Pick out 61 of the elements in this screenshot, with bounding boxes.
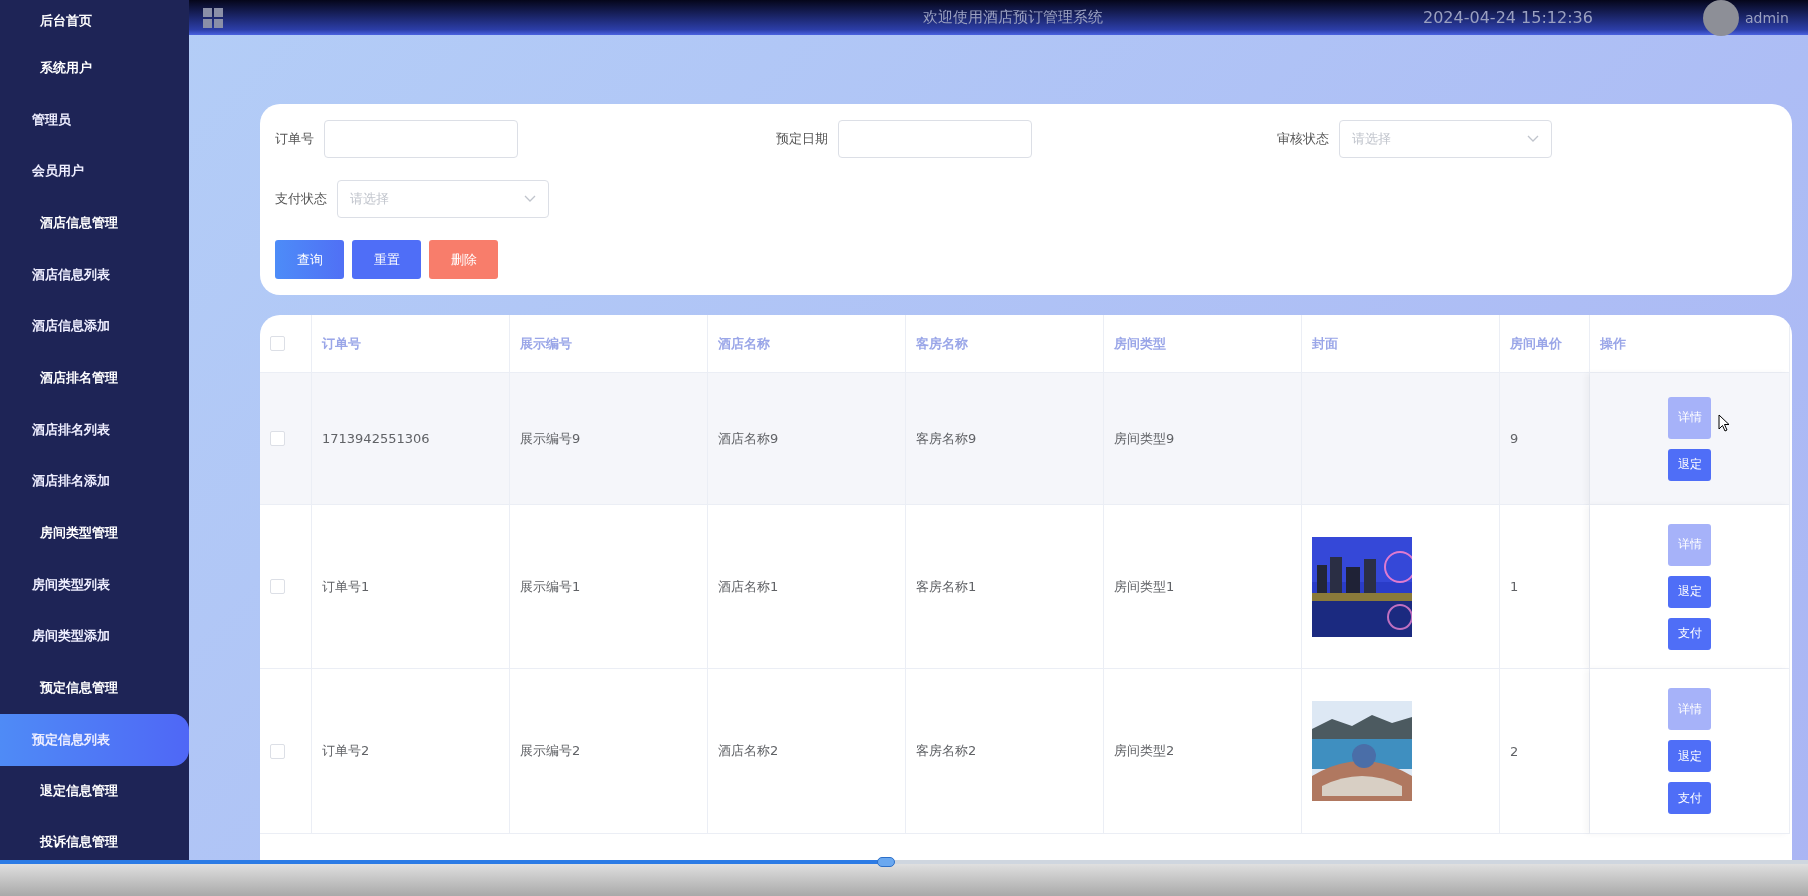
sidebar-item[interactable]: 酒店信息添加: [0, 300, 189, 353]
table-cell: 酒店名称9: [708, 373, 906, 505]
action-button[interactable]: 支付: [1668, 617, 1711, 650]
app-title: 欢迎使用酒店预订管理系统: [923, 8, 1103, 27]
sidebar-item[interactable]: 系统用户: [0, 42, 189, 94]
sidebar-item[interactable]: 酒店排名添加: [0, 455, 189, 508]
date-time: 2024-04-24 15:12:36: [1423, 8, 1593, 27]
user-name[interactable]: admin: [1744, 9, 1789, 26]
table-cell: 1: [1500, 505, 1590, 669]
sidebar-item[interactable]: 酒店排名列表: [0, 403, 189, 456]
field-label: 预定日期: [776, 130, 828, 148]
sidebar-item[interactable]: 房间类型列表: [0, 558, 189, 611]
sidebar-item[interactable]: 酒店信息管理: [0, 197, 189, 249]
input-field[interactable]: [838, 120, 1032, 158]
sidebar-item[interactable]: 房间类型管理: [0, 507, 189, 559]
table-cell: 2: [1500, 669, 1590, 834]
table-cell: 客房名称9: [906, 373, 1104, 505]
sidebar-item[interactable]: 预定信息管理: [0, 662, 189, 714]
table-cell: 房间类型9: [1104, 373, 1302, 505]
action-button[interactable]: 退定: [1668, 740, 1711, 772]
sidebar-item[interactable]: 管理员: [0, 93, 189, 146]
input-field[interactable]: [324, 120, 518, 158]
field-label: 订单号: [275, 130, 314, 148]
checkbox[interactable]: [270, 431, 285, 446]
action-button[interactable]: 退定: [1668, 448, 1711, 481]
checkbox[interactable]: [270, 336, 285, 351]
slider-thumb[interactable]: [876, 857, 895, 867]
sidebar-item[interactable]: 会员用户: [0, 145, 189, 198]
table-cell: 1713942551306: [312, 373, 510, 505]
checkbox[interactable]: [270, 743, 285, 759]
table-cell: 展示编号2: [510, 669, 708, 834]
field-label: 审核状态: [1277, 130, 1329, 148]
chevron-down-icon: [1527, 135, 1539, 143]
sidebar-item[interactable]: 酒店信息列表: [0, 248, 189, 301]
progress-track[interactable]: [0, 860, 1808, 864]
table-cell: 房间类型1: [1104, 505, 1302, 669]
table-cell: 房间类型2: [1104, 669, 1302, 834]
sidebar-item[interactable]: 投诉信息管理: [0, 817, 189, 860]
table-cell: 订单号2: [312, 669, 510, 834]
table-cell: 客房名称1: [906, 505, 1104, 669]
grid-icon[interactable]: [203, 7, 223, 28]
sidebar-item[interactable]: 房间类型添加: [0, 610, 189, 663]
table-cell: 9: [1500, 373, 1590, 505]
action-button[interactable]: 支付: [1668, 782, 1711, 814]
action-button[interactable]: 退定: [1668, 575, 1711, 608]
field-label: 支付状态: [275, 190, 327, 208]
table-cell: 酒店名称1: [708, 505, 906, 669]
search-button[interactable]: 查询: [275, 240, 344, 279]
sidebar-item[interactable]: 退定信息管理: [0, 765, 189, 818]
table-cell: 酒店名称2: [708, 669, 906, 834]
reset-button[interactable]: 重置: [352, 240, 421, 279]
avatar-icon[interactable]: [1702, 0, 1739, 36]
checkbox[interactable]: [270, 579, 285, 594]
table-cell: 展示编号1: [510, 505, 708, 669]
cursor-icon: [1718, 414, 1730, 432]
sidebar-item[interactable]: 后台首页: [0, 0, 189, 42]
table-cell: 展示编号9: [510, 373, 708, 505]
sidebar-item[interactable]: 酒店排名管理: [0, 352, 189, 404]
chevron-down-icon: [524, 195, 536, 203]
table-cell: 订单号1: [312, 505, 510, 669]
table-cell: 客房名称2: [906, 669, 1104, 834]
